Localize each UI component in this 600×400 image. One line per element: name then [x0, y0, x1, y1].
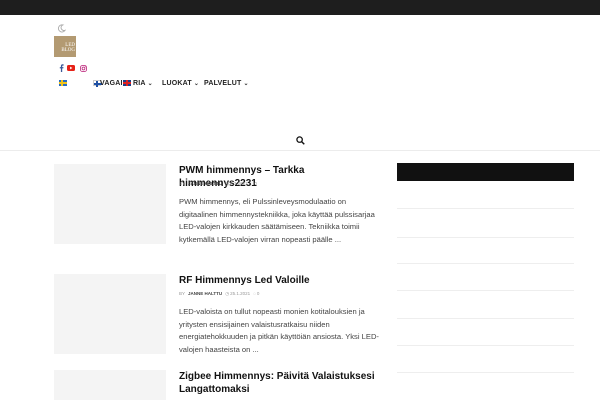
- chevron-down-icon: ⌄: [243, 81, 249, 87]
- post-comments[interactable]: 0: [257, 291, 260, 296]
- post-thumbnail[interactable]: [54, 370, 166, 400]
- post-date: 25.1.2021: [230, 291, 251, 296]
- logo-text: LED BLOG: [61, 43, 75, 53]
- moon-icon[interactable]: [57, 24, 67, 33]
- post-meta: BY JANNE HALTTU ◷25.1.2021 ◌0: [179, 291, 260, 296]
- nav-item-luokat[interactable]: LUOKAT ⌄: [162, 79, 199, 89]
- sidebar-divider: [397, 208, 574, 209]
- sidebar-divider: [397, 372, 574, 373]
- post-title[interactable]: Zigbee Himmennys: Päivitä Valaistuksesi …: [179, 370, 379, 396]
- post-meta: BY JANNE HALTTU ◷6.3.2021 ◌0: [179, 181, 257, 186]
- youtube-icon[interactable]: [67, 64, 75, 72]
- nav-item-ria[interactable]: RIA ⌄: [133, 79, 153, 89]
- swedish-flag-icon[interactable]: [59, 80, 67, 86]
- nav-item-vagai[interactable]: VAGAI: [100, 79, 123, 88]
- main-navigation: VAGAI RIA ⌄ LUOKAT ⌄ PALVELUT ⌄: [0, 79, 600, 89]
- site-logo[interactable]: LED BLOG: [54, 36, 76, 57]
- post-author[interactable]: JANNE HALTTU: [188, 181, 222, 186]
- english-flag-icon[interactable]: [123, 80, 131, 86]
- top-bar: [0, 0, 600, 15]
- post-comments[interactable]: 0: [254, 181, 257, 186]
- comment-icon: ◌: [250, 181, 254, 186]
- search-icon[interactable]: [296, 132, 305, 145]
- post-title[interactable]: RF Himmennys Led Valoille: [179, 274, 379, 287]
- nav-item-palvelut[interactable]: PALVELUT ⌄: [204, 79, 249, 89]
- clock-icon: ◷: [225, 181, 230, 186]
- sidebar-divider: [397, 290, 574, 291]
- post-thumbnail[interactable]: [54, 274, 166, 354]
- post-excerpt: LED-valoista on tullut nopeasti monien k…: [179, 307, 379, 354]
- post-title[interactable]: PWM himmennys – Tarkka himmennys2231: [179, 164, 379, 190]
- facebook-icon[interactable]: [57, 64, 65, 72]
- sidebar-divider: [397, 263, 574, 264]
- chevron-down-icon: ⌄: [193, 81, 200, 87]
- sidebar-header: [397, 163, 574, 181]
- comment-icon: ◌: [253, 291, 256, 296]
- instagram-icon[interactable]: [79, 64, 87, 72]
- post-author[interactable]: JANNE HALTTU: [188, 291, 222, 296]
- sidebar-divider: [397, 318, 574, 319]
- post-date: 6.3.2021: [230, 181, 248, 186]
- sidebar-divider: [397, 345, 574, 346]
- post-thumbnail[interactable]: [54, 164, 166, 244]
- post-excerpt: PWM himmennys, eli Pulssinleveysmodulaat…: [179, 197, 375, 244]
- sidebar-divider: [397, 237, 574, 238]
- clock-icon: ◷: [225, 291, 230, 296]
- header-divider: [0, 150, 600, 151]
- chevron-down-icon: ⌄: [147, 81, 153, 87]
